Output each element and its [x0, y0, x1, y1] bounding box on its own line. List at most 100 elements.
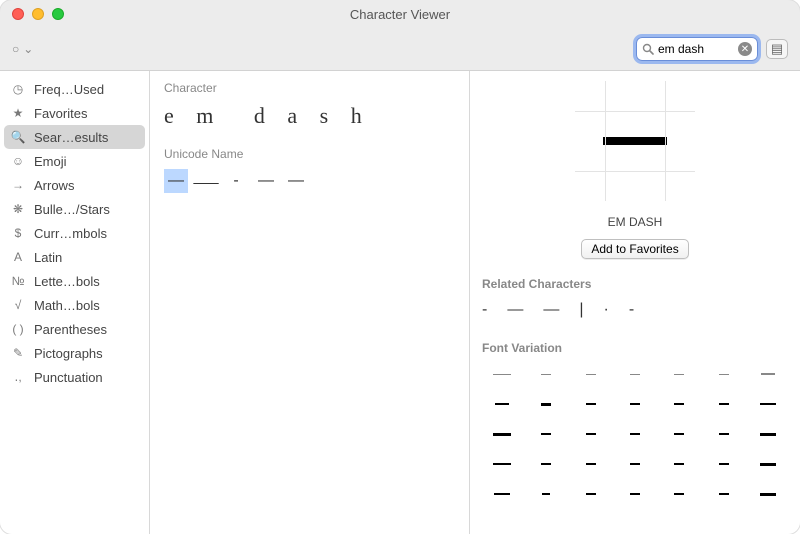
grid-icon: ▤ [771, 41, 783, 57]
close-window-button[interactable] [12, 8, 24, 20]
sidebar-item-label: Sear…esults [34, 130, 108, 145]
font-variation-cell[interactable] [482, 361, 522, 387]
sidebar-item-punctuation[interactable]: ․,Punctuation [0, 365, 149, 389]
clear-search-button[interactable]: ✕ [738, 42, 752, 56]
toolbar-menu[interactable]: ○ ⌄ [12, 42, 33, 56]
font-variation-cell[interactable] [526, 421, 566, 447]
smiley-icon: ☺ [10, 153, 26, 169]
related-character[interactable]: - [629, 301, 634, 319]
unicode-result[interactable]: — [284, 169, 308, 193]
sidebar-item-freq-used[interactable]: ◷Freq…Used [0, 77, 149, 101]
font-variation-cell[interactable] [659, 451, 699, 477]
sidebar-item-label: Pictographs [34, 346, 103, 361]
font-variation-cell[interactable] [615, 421, 655, 447]
font-variation-cell[interactable] [748, 421, 788, 447]
font-variation-cell[interactable] [571, 481, 611, 507]
font-variation-cell[interactable] [703, 481, 743, 507]
unicode-result[interactable]: ⸺ [194, 169, 218, 193]
font-variation-cell[interactable] [571, 391, 611, 417]
zoom-window-button[interactable] [52, 8, 64, 20]
font-variation-cell[interactable] [615, 391, 655, 417]
font-variation-cell[interactable] [526, 391, 566, 417]
sidebar-item-emoji[interactable]: ☺Emoji [0, 149, 149, 173]
character-preview [575, 81, 695, 201]
sidebar-item-lette-bols[interactable]: №Lette…bols [0, 269, 149, 293]
font-variation-cell[interactable] [526, 451, 566, 477]
sidebar-item-curr-mbols[interactable]: $Curr…mbols [0, 221, 149, 245]
font-variation-grid [482, 361, 788, 507]
sidebar-item-math-bols[interactable]: √Math…bols [0, 293, 149, 317]
font-variation-cell[interactable] [748, 451, 788, 477]
sidebar-item-label: Favorites [34, 106, 87, 121]
character-letter-row: em dash [164, 103, 455, 129]
related-character[interactable]: - [482, 301, 487, 319]
font-variation-cell[interactable] [703, 391, 743, 417]
font-variation-cell[interactable] [703, 361, 743, 387]
font-variation-cell[interactable] [748, 391, 788, 417]
sidebar-item-label: Bulle…/Stars [34, 202, 110, 217]
font-variation-cell[interactable] [659, 421, 699, 447]
related-character[interactable]: — [543, 301, 559, 319]
sidebar-item-favorites[interactable]: ★ Favorites [0, 101, 149, 125]
chevron-down-icon: ⌄ [23, 42, 33, 56]
font-variation-cell[interactable] [482, 421, 522, 447]
font-variation-cell[interactable] [659, 391, 699, 417]
font-variation-cell[interactable] [659, 481, 699, 507]
sidebar-item-sear-esults[interactable]: 🔍 Sear…esults [4, 125, 145, 149]
add-to-favorites-button[interactable]: Add to Favorites [581, 239, 688, 259]
font-variation-cell[interactable] [615, 451, 655, 477]
unicode-result[interactable]: — [164, 169, 188, 193]
font-variation-cell[interactable] [571, 421, 611, 447]
minimize-window-button[interactable] [32, 8, 44, 20]
clock-icon: ◷ [10, 81, 26, 97]
font-variation-cell[interactable] [571, 451, 611, 477]
sidebar-item-latin[interactable]: ALatin [0, 245, 149, 269]
snowflake-icon: ❋ [10, 201, 26, 217]
related-character[interactable]: — [507, 301, 523, 319]
sidebar-item-arrows[interactable]: →Arrows [0, 173, 149, 197]
sidebar-item-bulle-stars[interactable]: ❋ Bulle…/Stars [0, 197, 149, 221]
font-variation-cell[interactable] [748, 481, 788, 507]
related-character[interactable]: · [603, 301, 608, 319]
character-letter[interactable]: m [196, 103, 214, 129]
font-variation-cell[interactable] [482, 451, 522, 477]
toolbar: ○ ⌄ ✕ ▤ [0, 28, 800, 70]
sidebar: ◷Freq…Used ★ Favorites 🔍 Sear…esults ☺Emoji→A… [0, 71, 150, 534]
character-letter[interactable]: d [254, 103, 266, 129]
search-input[interactable] [658, 42, 734, 56]
sidebar-item-label: Parentheses [34, 322, 107, 337]
unicode-result[interactable]: — [254, 169, 278, 193]
search-field[interactable]: ✕ [636, 37, 758, 61]
character-heading: Character [164, 81, 455, 95]
dollar-icon: $ [10, 225, 26, 241]
star-icon: ★ [10, 105, 26, 121]
character-letter[interactable]: e [164, 103, 174, 129]
toolbar-menu-glyph: ○ [12, 42, 19, 56]
results-pane: Character emdash Unicode Name —⸺-—— [150, 71, 470, 534]
font-variation-cell[interactable] [526, 361, 566, 387]
sidebar-item-label: Lette…bols [34, 274, 100, 289]
font-variation-cell[interactable] [526, 481, 566, 507]
font-variation-cell[interactable] [615, 481, 655, 507]
font-variation-cell[interactable] [482, 481, 522, 507]
search-icon: 🔍 [10, 129, 26, 145]
sidebar-item-parentheses[interactable]: ( )Parentheses [0, 317, 149, 341]
character-letter[interactable]: a [287, 103, 297, 129]
font-variation-cell[interactable] [571, 361, 611, 387]
character-letter[interactable]: s [320, 103, 329, 129]
font-variation-heading: Font Variation [482, 341, 788, 355]
font-variation-cell[interactable] [659, 361, 699, 387]
details-pane: EM DASH Add to Favorites Related Charact… [470, 71, 800, 534]
related-character[interactable]: | [579, 301, 583, 319]
sidebar-item-pictographs[interactable]: ✎Pictographs [0, 341, 149, 365]
font-variation-cell[interactable] [703, 451, 743, 477]
sidebar-item-label: Arrows [34, 178, 74, 193]
font-variation-cell[interactable] [703, 421, 743, 447]
font-variation-cell[interactable] [748, 361, 788, 387]
unicode-result[interactable]: - [224, 169, 248, 193]
layout-toggle-button[interactable]: ▤ [766, 39, 788, 59]
unicode-results-row: —⸺-—— [164, 169, 455, 193]
character-letter[interactable]: h [351, 103, 363, 129]
font-variation-cell[interactable] [482, 391, 522, 417]
font-variation-cell[interactable] [615, 361, 655, 387]
